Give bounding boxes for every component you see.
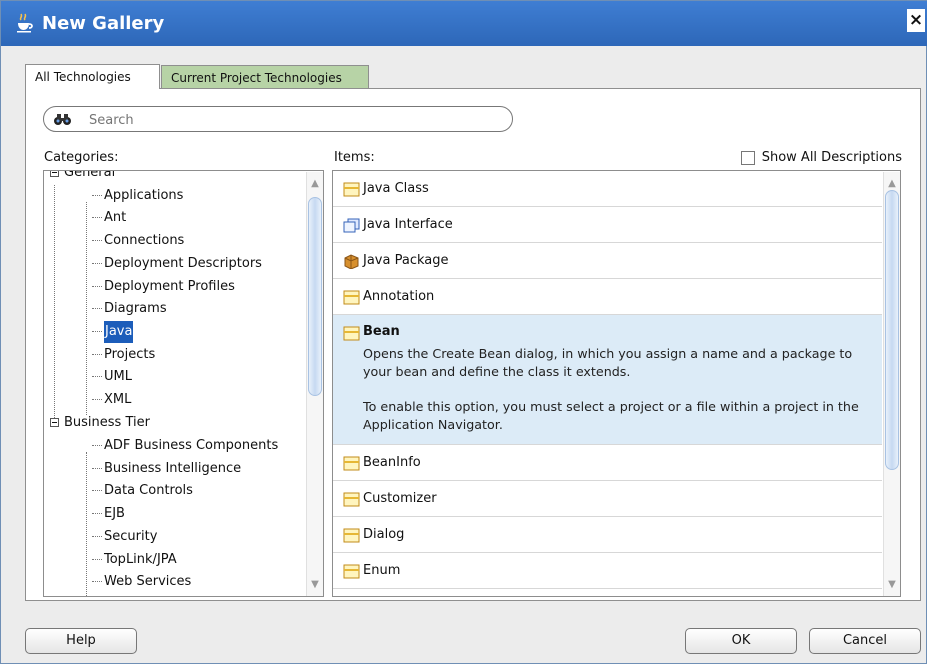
- item-label: Bean: [363, 324, 400, 339]
- tree-branch-line: [92, 490, 102, 491]
- item-bean[interactable]: Bean Opens the Create Bean dialog, in wh…: [333, 315, 882, 445]
- scroll-thumb[interactable]: [885, 190, 899, 470]
- java-interface-icon: [343, 218, 360, 233]
- item-customizer[interactable]: Customizer: [333, 481, 882, 517]
- java-class-icon: [343, 182, 360, 197]
- items-list[interactable]: Java Class Java Interface Java Package A…: [332, 170, 901, 597]
- categories-tree[interactable]: General Applications Ant Connections Dep…: [43, 170, 324, 597]
- item-label: Java Interface: [363, 217, 453, 232]
- tab-all-technologies[interactable]: All Technologies: [25, 64, 160, 89]
- tree-connector-line: [54, 185, 55, 418]
- tree-branch-line: [92, 513, 102, 514]
- dialog-title: New Gallery: [42, 13, 165, 34]
- category-item-label: Connections: [104, 233, 185, 248]
- tree-branch-line: [92, 536, 102, 537]
- item-label: Annotation: [363, 289, 435, 304]
- category-label: Business Tier: [64, 415, 150, 430]
- tree-branch-line: [92, 331, 102, 332]
- tree-branch-line: [92, 263, 102, 264]
- category-item-label: Data Controls: [104, 483, 193, 498]
- show-all-descriptions-label: Show All Descriptions: [761, 150, 902, 165]
- category-item-label: XML: [104, 392, 132, 407]
- categories-scrollbar[interactable]: ▲ ▼: [306, 172, 323, 596]
- tree-branch-line: [92, 354, 102, 355]
- tree-branch-line: [92, 240, 102, 241]
- tab-current-project-technologies[interactable]: Current Project Technologies: [161, 65, 369, 90]
- item-label: Java Class: [363, 181, 429, 196]
- tree-connector-line: [86, 452, 87, 596]
- search-box[interactable]: [43, 106, 513, 132]
- tree-branch-line: [92, 399, 102, 400]
- category-item-label: TopLink/JPA: [104, 552, 177, 567]
- tree-branch-line: [92, 308, 102, 309]
- category-item-label: UML: [104, 369, 132, 384]
- category-item-label: Deployment Profiles: [104, 279, 235, 294]
- item-enum[interactable]: Enum: [333, 553, 882, 589]
- category-item-label: Ant: [104, 210, 127, 225]
- close-button[interactable]: ×: [907, 9, 925, 32]
- tree-branch-line: [92, 559, 102, 560]
- coffee-cup-icon: [17, 13, 33, 33]
- item-annotation[interactable]: Annotation: [333, 279, 882, 315]
- scroll-down-icon[interactable]: ▼: [310, 580, 320, 590]
- category-item-label: Security: [104, 529, 158, 544]
- category-item-label: Web Services: [104, 574, 192, 589]
- tree-branch-line: [92, 468, 102, 469]
- category-item-label: Applications: [104, 188, 184, 203]
- tree-branch-line: [92, 581, 102, 582]
- dialog-icon: [343, 528, 360, 543]
- bean-icon: [343, 326, 360, 341]
- items-scrollbar[interactable]: ▲ ▼: [883, 172, 900, 596]
- items-label: Items:: [334, 150, 375, 165]
- item-label: Customizer: [363, 491, 437, 506]
- item-dialog[interactable]: Dialog: [333, 517, 882, 553]
- item-label: Enum: [363, 563, 401, 578]
- help-button[interactable]: Help: [25, 628, 137, 654]
- enum-icon: [343, 564, 360, 579]
- new-gallery-dialog: New Gallery × All Technologies Current P…: [0, 0, 927, 664]
- annotation-icon: [343, 290, 360, 305]
- title-bar[interactable]: New Gallery ×: [1, 1, 927, 46]
- item-label: Java Package: [363, 253, 449, 268]
- category-label: General: [64, 170, 116, 180]
- category-item-label: Java: [104, 321, 134, 343]
- item-label: Dialog: [363, 527, 405, 542]
- tree-branch-line: [92, 286, 102, 287]
- tree-branch-line: [92, 195, 102, 196]
- gallery-panel: Categories: Items: Show All Descriptions…: [25, 88, 921, 601]
- show-all-descriptions-checkbox[interactable]: [740, 151, 755, 165]
- categories-label: Categories:: [44, 150, 119, 165]
- java-package-icon: [344, 254, 359, 269]
- scroll-thumb[interactable]: [308, 197, 322, 396]
- category-item-label: Diagrams: [104, 301, 167, 316]
- item-description: Opens the Create Bean dialog, in which y…: [363, 346, 853, 379]
- tree-branch-line: [92, 376, 102, 377]
- show-all-descriptions[interactable]: Show All Descriptions: [740, 150, 902, 165]
- item-java-class[interactable]: Java Class: [333, 171, 882, 207]
- scroll-down-icon[interactable]: ▼: [887, 580, 897, 590]
- binoculars-icon: [54, 114, 71, 125]
- customizer-icon: [343, 492, 360, 507]
- category-item-label: Deployment Descriptors: [104, 256, 262, 271]
- item-label: BeanInfo: [363, 455, 421, 470]
- scroll-up-icon[interactable]: ▲: [310, 179, 320, 189]
- collapse-icon[interactable]: [50, 418, 59, 427]
- scroll-up-icon[interactable]: ▲: [887, 179, 897, 189]
- category-item-label: Projects: [104, 347, 156, 362]
- tree-branch-line: [92, 217, 102, 218]
- item-java-package[interactable]: Java Package: [333, 243, 882, 279]
- beaninfo-icon: [343, 456, 360, 471]
- category-item-label: EJB: [104, 506, 125, 521]
- ok-button[interactable]: OK: [685, 628, 797, 654]
- cancel-button[interactable]: Cancel: [809, 628, 921, 654]
- tree-branch-line: [92, 445, 102, 446]
- collapse-icon[interactable]: [50, 171, 59, 177]
- item-java-interface[interactable]: Java Interface: [333, 207, 882, 243]
- tree-connector-line: [86, 202, 87, 415]
- item-beaninfo[interactable]: BeanInfo: [333, 445, 882, 481]
- category-item-label: Business Intelligence: [104, 461, 242, 476]
- category-item-label: ADF Business Components: [104, 438, 279, 453]
- search-input[interactable]: [89, 112, 479, 128]
- item-description: To enable this option, you must select a…: [363, 399, 859, 432]
